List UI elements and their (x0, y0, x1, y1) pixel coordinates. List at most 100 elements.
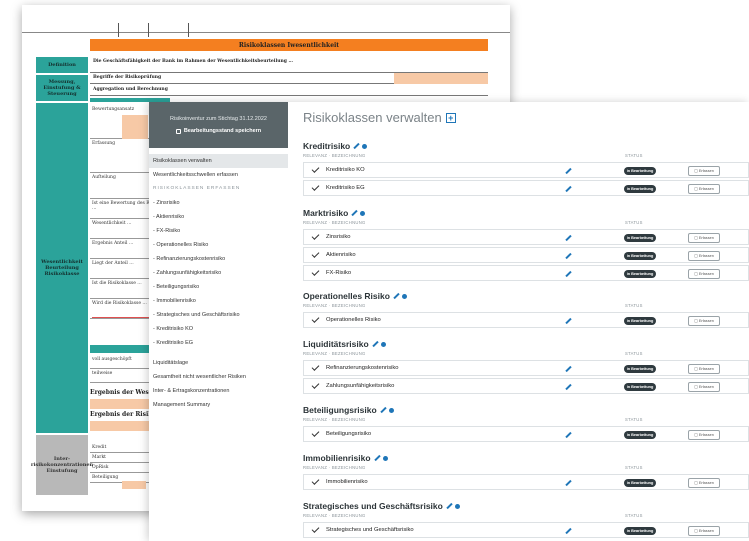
erfassen-button[interactable]: ▢ Erfassen (688, 184, 720, 194)
info-icon[interactable] (380, 341, 386, 347)
sheet-label-definition: Definition (36, 57, 88, 73)
save-state-button[interactable]: Bearbeitungsstand speichern (175, 128, 261, 134)
risk-name: Immobilienrisiko (326, 479, 368, 485)
column-status: STATUS (625, 153, 643, 158)
edit-pencil-icon[interactable] (372, 341, 378, 347)
risk-group-title: Kreditrisiko (303, 140, 749, 152)
edit-pencil-icon[interactable] (565, 432, 571, 438)
sidebar-item-risikoklassen-verwalten[interactable]: Risikoklassen verwalten (149, 154, 288, 168)
risk-name: Kreditrisiko KO (326, 167, 365, 173)
erfassen-button[interactable]: ▢ Erfassen (688, 166, 720, 176)
info-icon[interactable] (401, 293, 407, 299)
risk-row: Kreditrisiko EG in Bearbeitung ▢ Erfassen (303, 180, 749, 196)
sidebar-item-strategisches-risiko[interactable]: - Strategisches und Geschäftsrisiko (149, 308, 288, 322)
erfassen-button[interactable]: ▢ Erfassen (688, 269, 720, 279)
risk-name: Zinsrisiko (326, 234, 351, 240)
info-icon[interactable] (454, 503, 460, 509)
relevance-check-icon[interactable] (311, 381, 320, 389)
relevance-check-icon[interactable] (311, 429, 320, 437)
risk-name: Beteiligungsrisiko (326, 431, 372, 437)
sidebar-item-wesentlichkeitsschwellen[interactable]: Wesentlichkeitsschwellen erfassen (149, 168, 288, 182)
edit-pencil-icon[interactable] (446, 503, 452, 509)
sidebar-item-liquiditaetslage[interactable]: Liquiditätslage (149, 356, 288, 370)
edit-pencil-icon[interactable] (565, 528, 571, 534)
add-risk-class-button[interactable]: + (445, 112, 456, 123)
erfassen-button[interactable]: ▢ Erfassen (688, 364, 720, 374)
composite-screenshot: Risikoklassen Iwesentlichkeit Definition… (0, 0, 749, 541)
relevance-check-icon[interactable] (311, 363, 320, 371)
risk-row: Zahlungsunfähigkeitsrisiko in Bearbeitung… (303, 378, 749, 394)
info-icon[interactable] (382, 455, 388, 461)
column-relevanz: RELEVANZ · BEZEICHNUNG (303, 417, 366, 422)
erfassen-button[interactable]: ▢ Erfassen (688, 316, 720, 326)
relevance-check-icon[interactable] (311, 232, 320, 240)
sidebar-item-immobilienrisiko[interactable]: - Immobilienrisiko (149, 294, 288, 308)
sheet-label-messung: Messung, Einstufung & Steuerung (36, 75, 88, 101)
column-status: STATUS (625, 303, 643, 308)
sidebar-item-management-summary[interactable]: Management Summary (149, 398, 288, 412)
info-icon[interactable] (360, 210, 366, 216)
risk-name: Aktienrisiko (326, 252, 356, 258)
edit-pencil-icon[interactable] (565, 168, 571, 174)
relevance-check-icon[interactable] (311, 268, 320, 276)
edit-pencil-icon[interactable] (374, 455, 380, 461)
edit-pencil-icon[interactable] (565, 235, 571, 241)
sheet-cell-highlight (122, 481, 146, 489)
column-status: STATUS (625, 465, 643, 470)
edit-pencil-icon[interactable] (353, 143, 359, 149)
info-icon[interactable] (388, 407, 394, 413)
risk-row: Aktienrisiko in Bearbeitung ▢ Erfassen (303, 247, 749, 263)
erfassen-button[interactable]: ▢ Erfassen (688, 382, 720, 392)
column-status: STATUS (625, 220, 643, 225)
edit-pencil-icon[interactable] (380, 407, 386, 413)
sidebar-item-aktienrisiko[interactable]: - Aktienrisiko (149, 210, 288, 224)
sheet-title-bar: Risikoklassen Iwesentlichkeit (90, 39, 488, 51)
risk-row: Strategisches und Geschäftsrisiko in Bear… (303, 522, 749, 538)
sidebar-item-zinsrisiko[interactable]: - Zinsrisiko (149, 196, 288, 210)
erfassen-button[interactable]: ▢ Erfassen (688, 430, 720, 440)
edit-pencil-icon[interactable] (565, 271, 571, 277)
relevance-check-icon[interactable] (311, 525, 320, 533)
risk-group-title-text: Kreditrisiko (303, 141, 351, 151)
sheet-cell-highlight (394, 73, 488, 84)
edit-pencil-icon[interactable] (565, 253, 571, 259)
sidebar-item-operationelles-risiko[interactable]: - Operationelles Risiko (149, 238, 288, 252)
sidebar-item-zahlungsunfaehigkeitsrisiko[interactable]: - Zahlungsunfähigkeitsrisiko (149, 266, 288, 280)
edit-pencil-icon[interactable] (393, 293, 399, 299)
edit-pencil-icon[interactable] (565, 318, 571, 324)
status-badge: in Bearbeitung (624, 185, 656, 193)
relevance-check-icon[interactable] (311, 250, 320, 258)
column-relevanz: RELEVANZ · BEZEICHNUNG (303, 303, 366, 308)
sidebar-item-beteiligungsrisiko[interactable]: - Beteiligungsrisiko (149, 280, 288, 294)
app-window: Risikoinventur zum Stichtag 31.12.2022 B… (149, 102, 749, 541)
sheet-divider (118, 23, 119, 37)
sidebar-item-kreditrisiko-eg[interactable]: - Kreditrisiko EG (149, 336, 288, 350)
erfassen-button[interactable]: ▢ Erfassen (688, 526, 720, 536)
sidebar-item-nicht-wesentliche-risiken[interactable]: Gesamtheit nicht wesentlicher Risiken (149, 370, 288, 384)
edit-pencil-icon[interactable] (351, 210, 357, 216)
sidebar-item-kreditrisiko-ko[interactable]: - Kreditrisiko KO (149, 322, 288, 336)
column-relevanz: RELEVANZ · BEZEICHNUNG (303, 153, 366, 158)
relevance-check-icon[interactable] (311, 165, 320, 173)
sidebar-item-fx-risiko[interactable]: - FX-Risiko (149, 224, 288, 238)
erfassen-button[interactable]: ▢ Erfassen (688, 233, 720, 243)
relevance-check-icon[interactable] (311, 315, 320, 323)
erfassen-button[interactable]: ▢ Erfassen (688, 478, 720, 488)
info-icon[interactable] (362, 143, 368, 149)
sidebar-item-refinanzierungskostenrisiko[interactable]: - Refinanzierungskostenrisiko (149, 252, 288, 266)
edit-pencil-icon[interactable] (565, 366, 571, 372)
save-icon (175, 128, 181, 134)
sidebar-header: Risikoinventur zum Stichtag 31.12.2022 B… (149, 102, 288, 148)
status-badge: in Bearbeitung (624, 527, 656, 535)
relevance-check-icon[interactable] (311, 183, 320, 191)
status-badge: in Bearbeitung (624, 317, 656, 325)
erfassen-button[interactable]: ▢ Erfassen (688, 251, 720, 261)
edit-pencil-icon[interactable] (565, 480, 571, 486)
risk-row: FX-Risiko in Bearbeitung ▢ Erfassen (303, 265, 749, 281)
edit-pencil-icon[interactable] (565, 384, 571, 390)
risk-group: Beteiligungsrisiko RELEVANZ · BEZEICHNUNG… (303, 404, 749, 442)
edit-pencil-icon[interactable] (565, 186, 571, 192)
relevance-check-icon[interactable] (311, 477, 320, 485)
risk-group: Marktrisiko RELEVANZ · BEZEICHNUNG STATUS Z… (303, 207, 749, 281)
sidebar-item-konzentrationen[interactable]: Inter- & Ertragskonzentrationen (149, 384, 288, 398)
